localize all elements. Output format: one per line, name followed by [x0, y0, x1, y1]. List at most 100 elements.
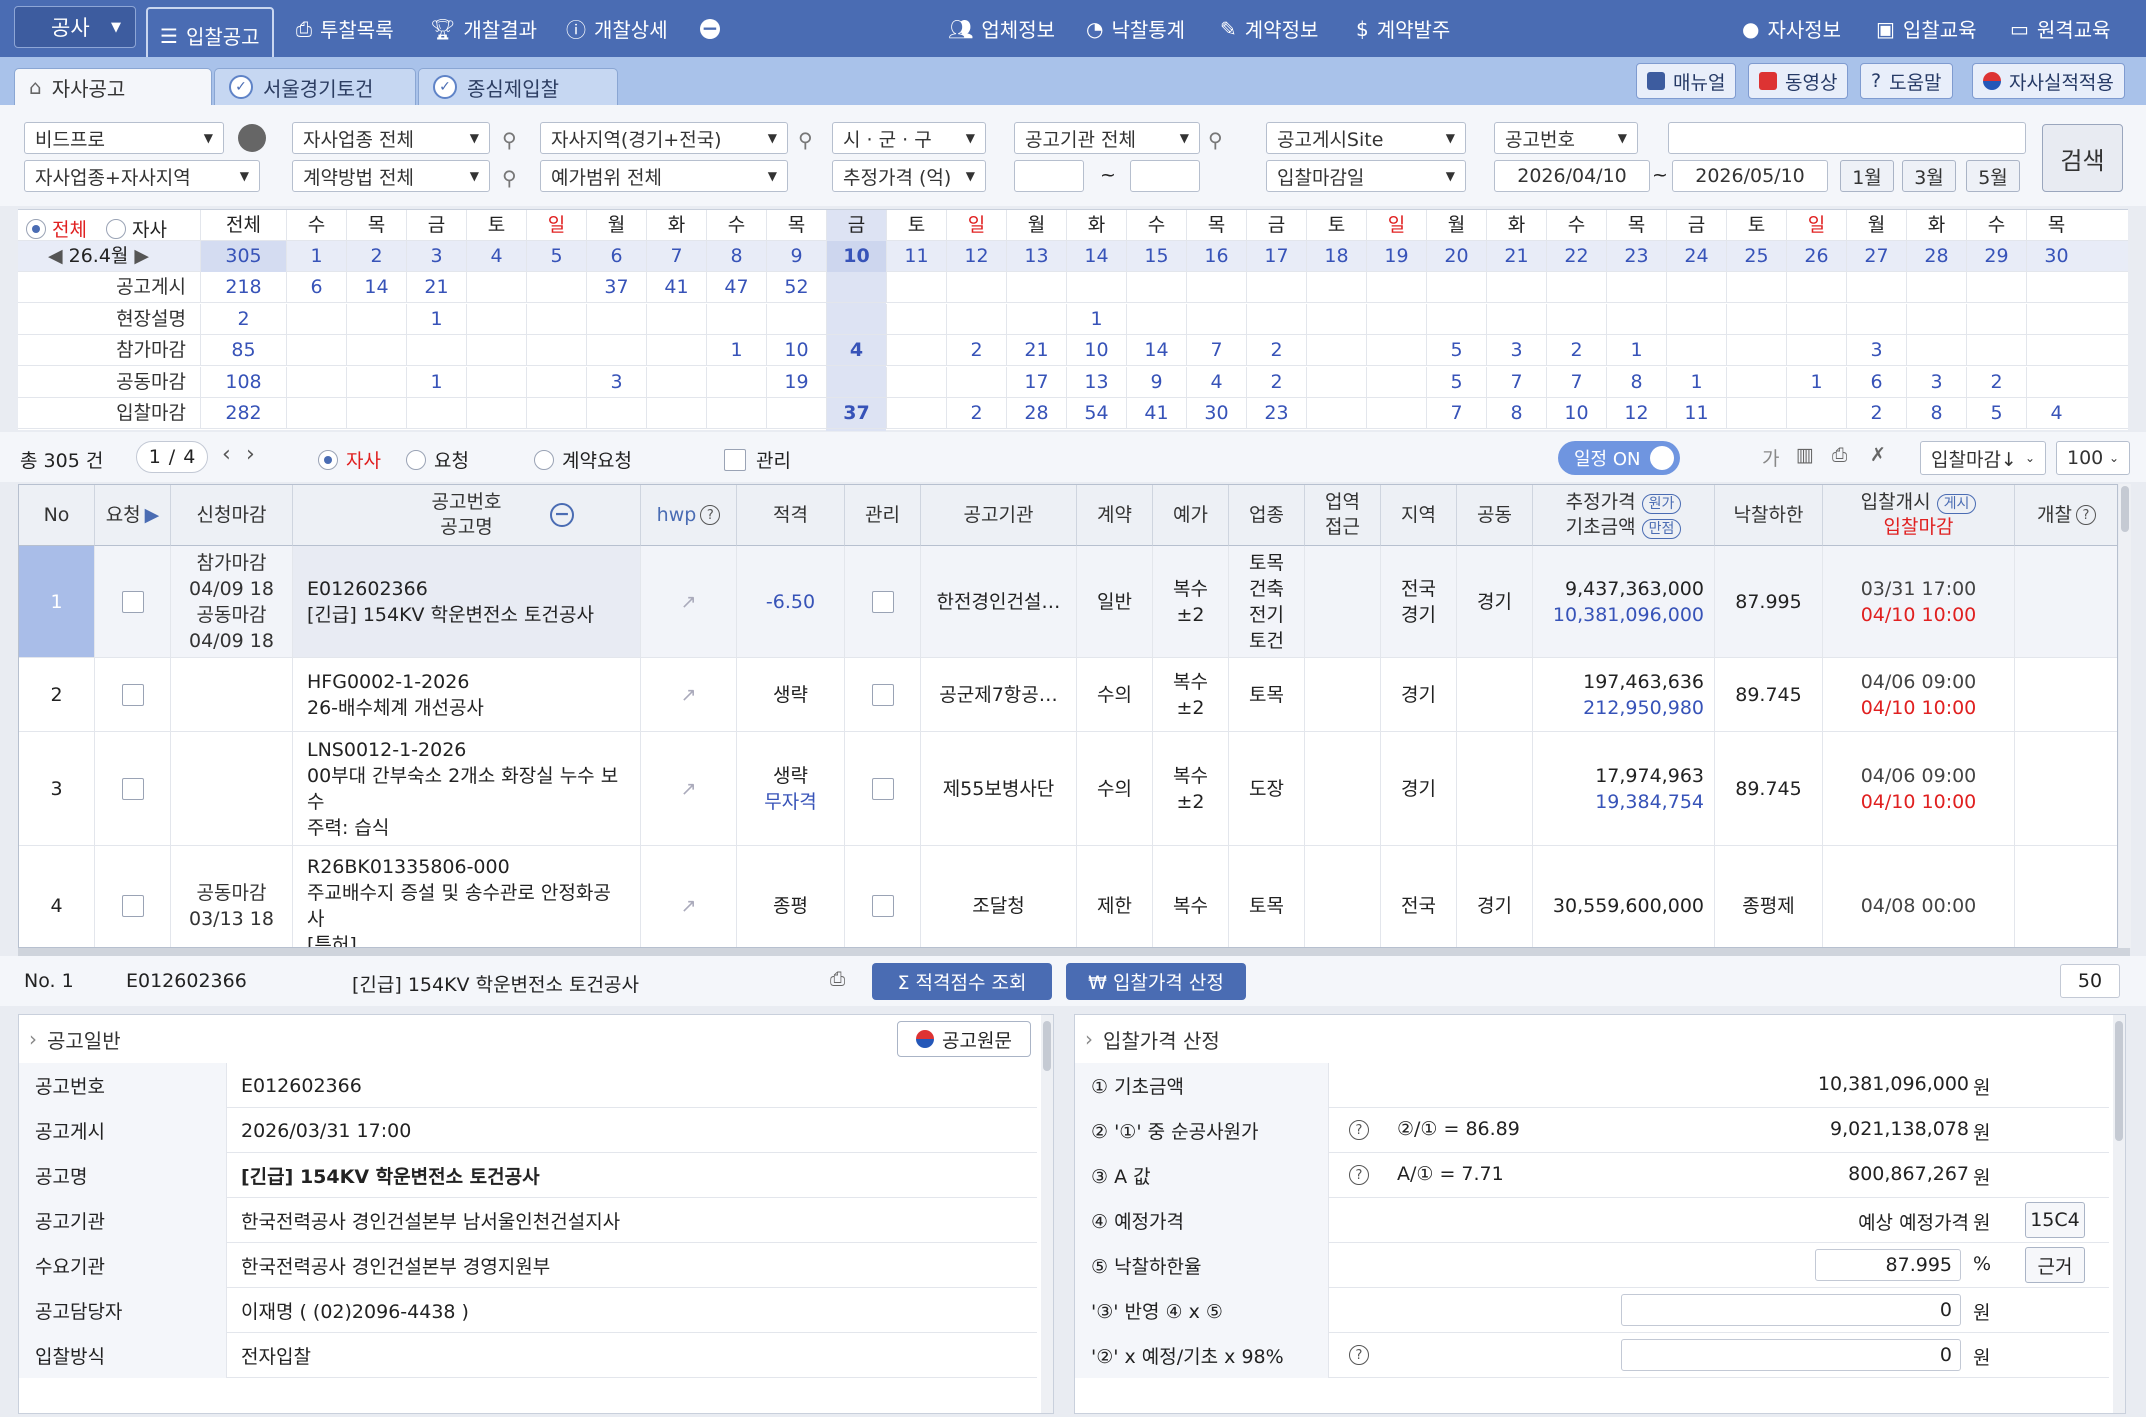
- table-scrollbar[interactable]: [2119, 484, 2131, 948]
- price-calc-aux-button[interactable]: 근거: [2025, 1247, 2085, 1283]
- search-icon[interactable]: ⚲: [502, 128, 517, 152]
- calendar-cell[interactable]: 10: [1066, 335, 1126, 366]
- col-request[interactable]: 요청 ▶︎: [95, 485, 171, 546]
- price-calc-button[interactable]: ₩ 입찰가격 산정: [1066, 963, 1246, 1000]
- calendar-cell[interactable]: 2: [1246, 366, 1306, 398]
- calendar-cell[interactable]: 10: [1546, 398, 1606, 429]
- price-calc-input[interactable]: 0: [1621, 1339, 1961, 1371]
- month-5-button[interactable]: 5월: [1966, 160, 2020, 192]
- calendar-day[interactable]: 4: [466, 241, 526, 272]
- calendar-cell[interactable]: 5: [1426, 335, 1486, 366]
- calendar-cell[interactable]: 41: [646, 272, 706, 303]
- external-link-icon[interactable]: ↗: [641, 732, 737, 846]
- next-page-icon[interactable]: ›: [246, 442, 255, 467]
- manage-checkbox[interactable]: [845, 846, 921, 947]
- calendar-cell[interactable]: 1: [706, 335, 766, 366]
- manage-checkbox[interactable]: [845, 732, 921, 846]
- search-button[interactable]: 검색: [2042, 124, 2123, 192]
- help-icon[interactable]: ?: [1349, 1165, 1369, 1185]
- calendar-cell[interactable]: 13: [1066, 366, 1126, 398]
- price-calc-input[interactable]: 87.995: [1815, 1249, 1961, 1281]
- calendar-cell[interactable]: 2: [1546, 335, 1606, 366]
- price-calc-input[interactable]: 0: [1621, 1294, 1961, 1326]
- font-size-icon[interactable]: 가: [1762, 444, 1779, 471]
- calendar-total[interactable]: 305: [200, 241, 286, 272]
- calendar-day[interactable]: 1: [286, 241, 346, 272]
- calendar-day[interactable]: 21: [1486, 241, 1546, 272]
- calendar-day[interactable]: 25: [1726, 241, 1786, 272]
- calendar-day[interactable]: 15: [1126, 241, 1186, 272]
- minus-circle-icon[interactable]: −: [550, 503, 574, 527]
- calendar-day[interactable]: 30: [2026, 241, 2086, 272]
- schedule-toggle[interactable]: 일정 ON: [1558, 441, 1680, 475]
- month-3-button[interactable]: 3월: [1902, 160, 1956, 192]
- manage-checkbox[interactable]: [845, 546, 921, 658]
- sort-select[interactable]: 입찰마감↓ ⌄: [1920, 441, 2046, 475]
- original-notice-button[interactable]: 공고원문: [897, 1021, 1031, 1057]
- calendar-cell[interactable]: 1: [1606, 335, 1666, 366]
- calendar-cell[interactable]: 52: [766, 272, 826, 303]
- price-min-input[interactable]: [1014, 160, 1084, 192]
- calendar-day[interactable]: 20: [1426, 241, 1486, 272]
- calendar-cell[interactable]: 21: [1006, 335, 1066, 366]
- calendar-day[interactable]: 26: [1786, 241, 1846, 272]
- nav-award-stats[interactable]: ◔ 낙찰통계: [1086, 0, 1185, 57]
- row-number[interactable]: 3: [19, 732, 95, 846]
- prev-page-icon[interactable]: ‹: [222, 442, 231, 467]
- calendar-cell[interactable]: 2: [946, 335, 1006, 366]
- help-icon[interactable]: ?: [700, 505, 721, 525]
- request-checkbox[interactable]: [95, 546, 171, 658]
- month-nav[interactable]: ◀ 26.4월 ▶: [48, 241, 149, 272]
- nav-bid-list[interactable]: ⎙ 투찰목록: [296, 0, 394, 57]
- tab-seoul-gyeonggi[interactable]: ✓ 서울경기토건: [214, 68, 416, 105]
- calendar-cell[interactable]: 9: [1126, 366, 1186, 398]
- calendar-cell[interactable]: 3: [1906, 366, 1966, 398]
- prev-month-icon[interactable]: ◀: [48, 241, 63, 272]
- nav-bid-notice[interactable]: ☰ 입찰공고: [146, 7, 274, 64]
- calendar-cell[interactable]: 6: [1846, 366, 1906, 398]
- calendar-cell[interactable]: 17: [1006, 366, 1066, 398]
- calendar-cell[interactable]: 19: [766, 366, 826, 398]
- calendar-cell[interactable]: 2: [1846, 398, 1906, 429]
- calendar-cell[interactable]: 14: [346, 272, 406, 303]
- notice-cell[interactable]: E012602366 [긴급] 154KV 학운변전소 토건공사: [293, 546, 641, 658]
- calendar-day[interactable]: 6: [586, 241, 646, 272]
- cost-pill[interactable]: 원가: [1641, 494, 1682, 514]
- calendar-row-total[interactable]: 108: [200, 366, 286, 398]
- calendar-day[interactable]: 8: [706, 241, 766, 272]
- help-icon[interactable]: ?: [1349, 1120, 1369, 1140]
- calendar-day[interactable]: 2: [346, 241, 406, 272]
- calendar-cell[interactable]: 1: [406, 303, 466, 335]
- calendar-day[interactable]: 3: [406, 241, 466, 272]
- help-icon[interactable]: ?: [2075, 505, 2096, 525]
- calendar-cell[interactable]: 7: [1186, 335, 1246, 366]
- calendar-cell[interactable]: 4: [2026, 398, 2086, 429]
- calendar-day[interactable]: 9: [766, 241, 826, 272]
- full-score-pill[interactable]: 만점: [1641, 519, 1682, 539]
- request-checkbox[interactable]: [95, 846, 171, 947]
- general-header[interactable]: › 공고일반: [19, 1015, 121, 1063]
- date-to-input[interactable]: 2026/05/10: [1672, 160, 1828, 192]
- agency-select[interactable]: 공고기관 전체 ▼: [1014, 122, 1200, 154]
- nav-bid-education[interactable]: ▣ 입찰교육: [1876, 0, 1977, 57]
- own-radio[interactable]: 자사: [318, 446, 381, 473]
- calendar-cell[interactable]: 1: [1066, 303, 1126, 335]
- tab-comprehensive[interactable]: ✓ 종심제입찰: [418, 68, 618, 105]
- request-checkbox[interactable]: [95, 732, 171, 846]
- next-month-icon[interactable]: ▶: [134, 241, 149, 272]
- calendar-cell[interactable]: 1: [406, 366, 466, 398]
- splitter[interactable]: [18, 948, 2130, 956]
- contract-method-select[interactable]: 계약방법 전체 ▼: [292, 160, 490, 192]
- calendar-cell[interactable]: 12: [1606, 398, 1666, 429]
- nav-company-info[interactable]: 👥︎ 업체정보: [948, 0, 1055, 57]
- calendar-cell[interactable]: 3: [1846, 335, 1906, 366]
- general-scrollbar[interactable]: [1041, 1015, 1053, 1413]
- price-range-select[interactable]: 예가범위 전체 ▼: [540, 160, 788, 192]
- price-calc-scrollbar[interactable]: [2113, 1015, 2125, 1413]
- all-radio[interactable]: 전체: [26, 215, 87, 242]
- calendar-row-total[interactable]: 218: [200, 272, 286, 303]
- calendar-cell[interactable]: 21: [406, 272, 466, 303]
- calendar-day[interactable]: 24: [1666, 241, 1726, 272]
- calendar-row-total[interactable]: 85: [200, 335, 286, 366]
- nav-open-results[interactable]: 🏆︎ 개찰결과: [430, 0, 537, 57]
